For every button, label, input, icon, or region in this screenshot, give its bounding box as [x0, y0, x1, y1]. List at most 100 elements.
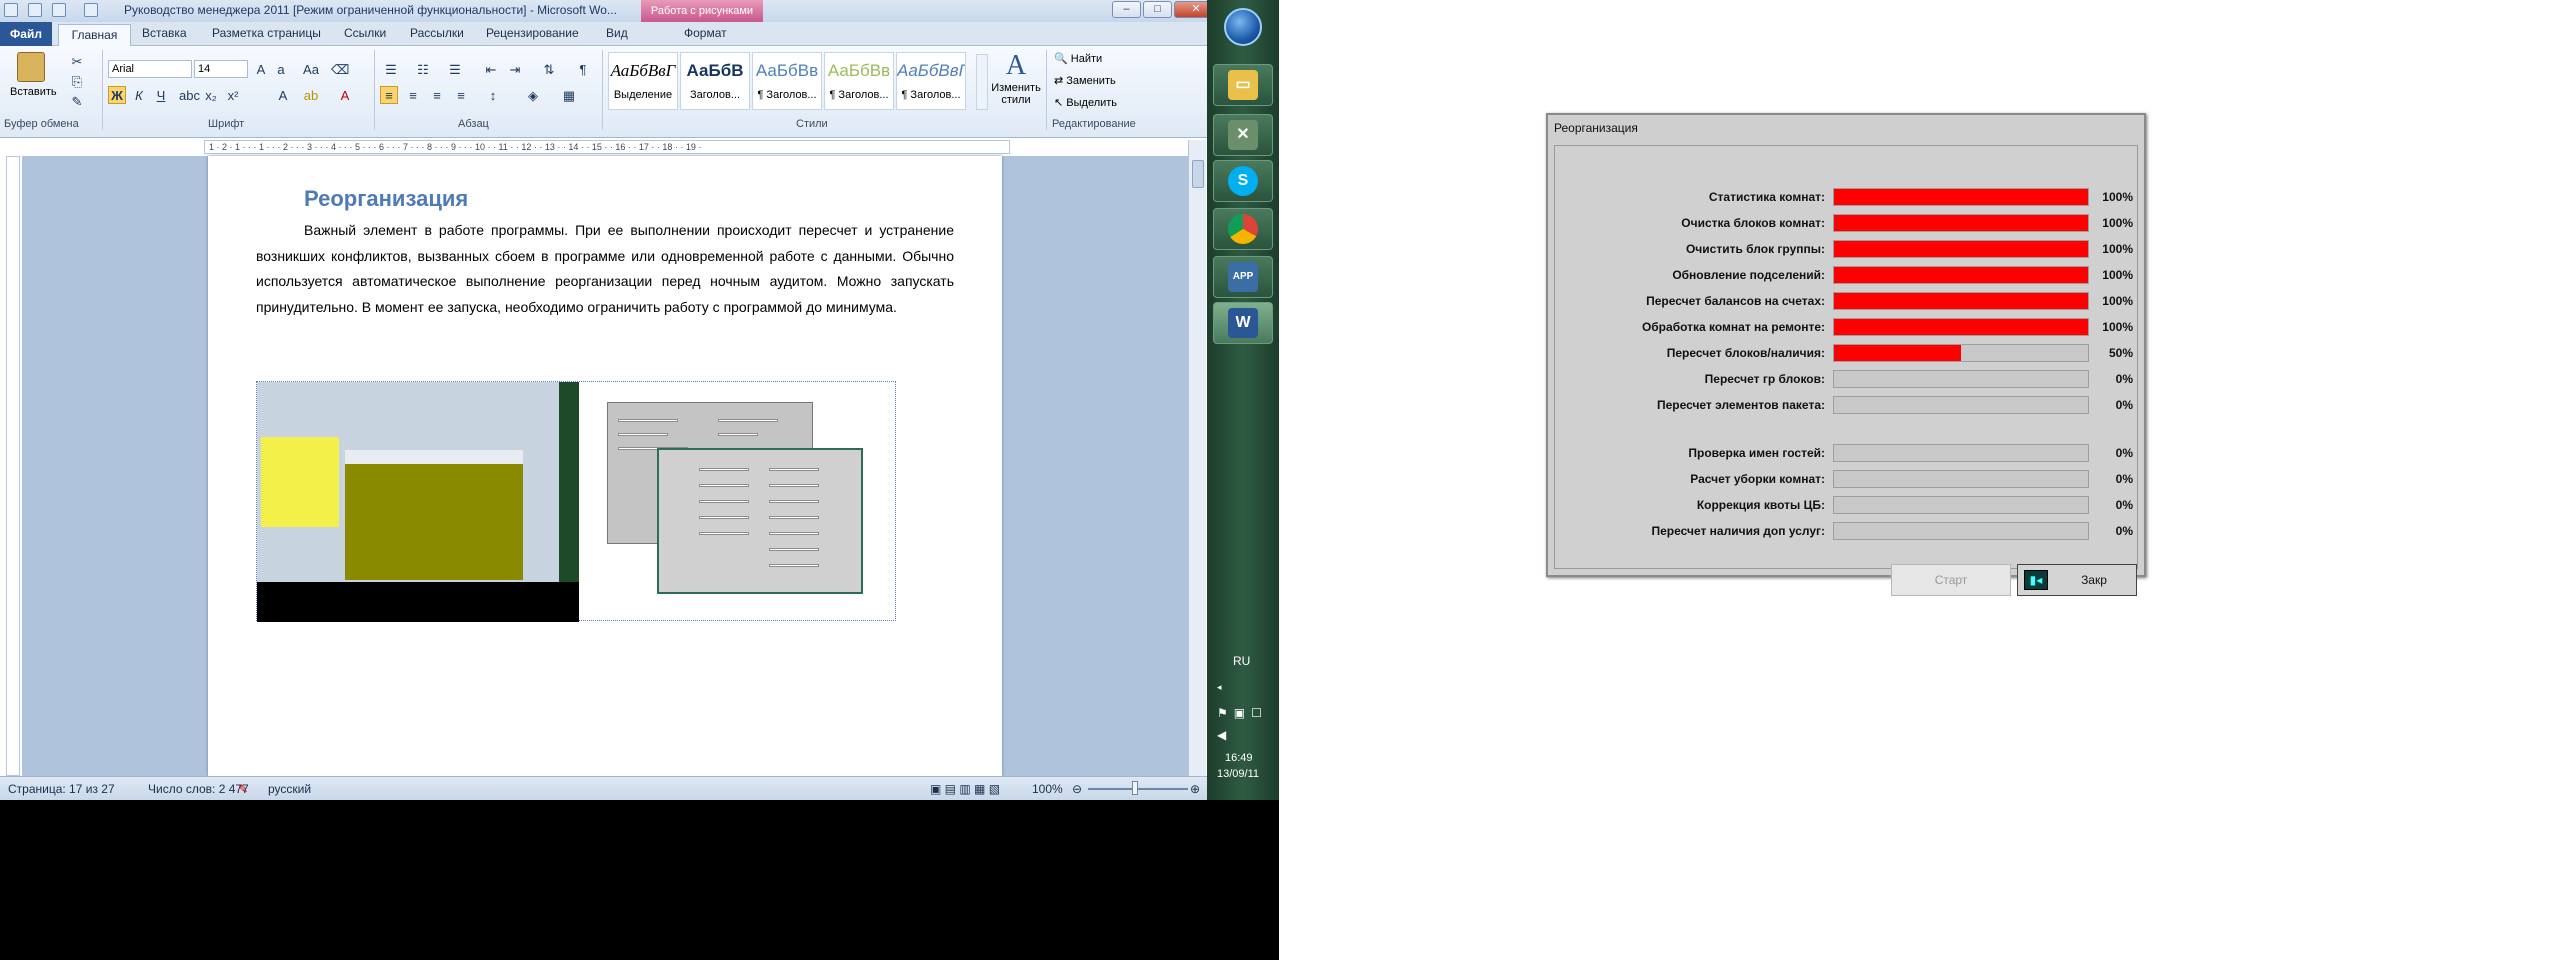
align-center-icon[interactable]: ≡	[404, 86, 422, 104]
progress-percent: 100%	[2102, 216, 2133, 230]
numbering-icon[interactable]: ☷	[414, 60, 432, 78]
tab-format[interactable]: Формат	[684, 26, 727, 40]
tab-home[interactable]: Главная	[58, 24, 131, 46]
align-left-button[interactable]: ≡	[380, 86, 398, 104]
paste-label: Вставить	[10, 86, 57, 98]
change-styles-button[interactable]: A Изменить стили	[990, 50, 1042, 114]
style-name: Выделение	[613, 89, 673, 101]
taskbar-chrome[interactable]	[1213, 208, 1273, 250]
document-paragraph: Важный элемент в работе программы. При е…	[256, 222, 954, 315]
redo-icon[interactable]	[84, 3, 98, 17]
taskbar-tools[interactable]: ✕	[1213, 114, 1273, 156]
maximize-button[interactable]: □	[1143, 1, 1172, 18]
view-buttons[interactable]: ▣ ▤ ▥ ▦ ▧	[930, 782, 1000, 796]
progress-fill	[1834, 215, 2088, 231]
text-effects-icon[interactable]: A	[274, 86, 292, 104]
selected-picture[interactable]	[256, 381, 896, 622]
spellcheck-icon[interactable]: ✎	[238, 782, 248, 796]
zoom-slider[interactable]	[1088, 788, 1188, 790]
tab-references[interactable]: Ссылки	[344, 26, 386, 40]
decrease-indent-icon[interactable]: ⇤	[482, 60, 500, 78]
select-button[interactable]: ↖ Выделить	[1054, 96, 1117, 109]
close-button[interactable]: ✕	[1174, 1, 1207, 18]
language-indicator[interactable]: русский	[268, 782, 311, 796]
clock-time[interactable]: 16:49	[1225, 752, 1253, 764]
save-icon[interactable]	[28, 3, 42, 17]
clock-date[interactable]: 13/09/11	[1217, 768, 1259, 780]
start-button[interactable]: Старт	[1891, 564, 2011, 596]
style-tile[interactable]: АаБбВвГ ¶ Заголов...	[896, 52, 966, 110]
copy-icon[interactable]: ⎘	[68, 72, 86, 90]
change-case-icon[interactable]: Aa	[302, 60, 320, 78]
italic-button[interactable]: К	[130, 86, 148, 104]
subscript-icon[interactable]: x₂	[202, 86, 220, 104]
document-page[interactable]: Реорганизация Важный элемент в работе пр…	[208, 156, 1002, 776]
style-name: ¶ Заголов...	[829, 89, 889, 101]
show-marks-icon[interactable]: ¶	[574, 60, 592, 78]
shrink-font-icon[interactable]: a	[272, 60, 290, 78]
tab-view[interactable]: Вид	[606, 26, 628, 40]
paste-button[interactable]: Вставить	[10, 52, 57, 112]
page-indicator[interactable]: Страница: 17 из 27	[8, 782, 115, 796]
embedded-screenshot-2-front	[657, 448, 863, 594]
start-button[interactable]	[1224, 8, 1262, 46]
horizontal-ruler[interactable]: 1 · 2 · 1 · · · 1 · · · 2 · · · 3 · · · …	[204, 140, 1010, 154]
tab-page-layout[interactable]: Разметка страницы	[212, 26, 321, 40]
replace-button[interactable]: ⇄ Заменить	[1054, 74, 1116, 87]
taskbar-app[interactable]: APP	[1213, 256, 1273, 298]
tab-mailings[interactable]: Рассылки	[410, 26, 464, 40]
language-indicator[interactable]: RU	[1233, 654, 1250, 668]
style-tile[interactable]: АаБбВв ¶ Заголов...	[824, 52, 894, 110]
style-tile[interactable]: АаБбВ Заголов...	[680, 52, 750, 110]
bullets-icon[interactable]: ☰	[382, 60, 400, 78]
multilevel-list-icon[interactable]: ☰	[446, 60, 464, 78]
style-sample: АаБбВ	[686, 61, 744, 80]
font-name-combo[interactable]: Arial	[108, 60, 192, 78]
scroll-thumb[interactable]	[1192, 160, 1204, 188]
vertical-ruler[interactable]	[6, 156, 20, 776]
increase-indent-icon[interactable]: ⇥	[506, 60, 524, 78]
style-name: ¶ Заголов...	[901, 89, 961, 101]
justify-icon[interactable]: ≡	[452, 86, 470, 104]
zoom-out-icon[interactable]: ⊖	[1072, 782, 1082, 796]
superscript-icon[interactable]: x²	[224, 86, 242, 104]
vertical-scrollbar[interactable]	[1188, 140, 1206, 776]
style-tile[interactable]: АаБбВв ¶ Заголов...	[752, 52, 822, 110]
clear-format-icon[interactable]: ⌫	[330, 60, 349, 78]
align-right-icon[interactable]: ≡	[428, 86, 446, 104]
tray-icons[interactable]: ⚑▣☐	[1217, 706, 1268, 720]
strikethrough-icon[interactable]: abc	[178, 86, 200, 104]
font-color-icon[interactable]: A	[336, 86, 354, 104]
highlight-icon[interactable]: ab	[302, 86, 320, 104]
borders-icon[interactable]: ▦	[560, 86, 578, 104]
grow-font-icon[interactable]: A	[252, 60, 270, 78]
word-count[interactable]: Число слов: 2 477	[148, 782, 249, 796]
tab-insert[interactable]: Вставка	[142, 26, 187, 40]
taskbar-word[interactable]: W	[1213, 302, 1273, 344]
task-label: Пересчет гр блоков:	[1704, 372, 1825, 386]
close-dialog-button[interactable]: ▮◂ Закр	[2017, 564, 2137, 596]
bold-button[interactable]: Ж	[108, 86, 126, 104]
tab-review[interactable]: Рецензирование	[486, 26, 579, 40]
cut-icon[interactable]: ✂	[68, 52, 86, 70]
volume-icon[interactable]: ◀	[1217, 728, 1226, 742]
zoom-in-icon[interactable]: ⊕	[1190, 782, 1200, 796]
show-hidden-icons[interactable]: ◂	[1217, 682, 1222, 693]
sort-icon[interactable]: ⇅	[540, 60, 558, 78]
shading-icon[interactable]: ◈	[524, 86, 542, 104]
format-painter-icon[interactable]: ✎	[68, 92, 86, 110]
line-spacing-icon[interactable]: ↕	[484, 86, 502, 104]
underline-button[interactable]: Ч	[152, 86, 170, 104]
undo-icon[interactable]	[52, 3, 66, 17]
progress-fill	[1834, 241, 2088, 257]
zoom-level[interactable]: 100%	[1032, 782, 1063, 796]
zoom-slider-thumb[interactable]	[1132, 781, 1138, 795]
font-size-combo[interactable]: 14	[194, 60, 248, 78]
tab-file[interactable]: Файл	[0, 22, 52, 46]
styles-scroll[interactable]	[976, 54, 988, 110]
minimize-button[interactable]: –	[1112, 1, 1141, 18]
find-button[interactable]: 🔍 Найти	[1054, 52, 1102, 65]
style-tile[interactable]: АаБбВвГ Выделение	[608, 52, 678, 110]
taskbar-explorer[interactable]: ▭	[1213, 64, 1273, 106]
taskbar-skype[interactable]: S	[1213, 160, 1273, 202]
